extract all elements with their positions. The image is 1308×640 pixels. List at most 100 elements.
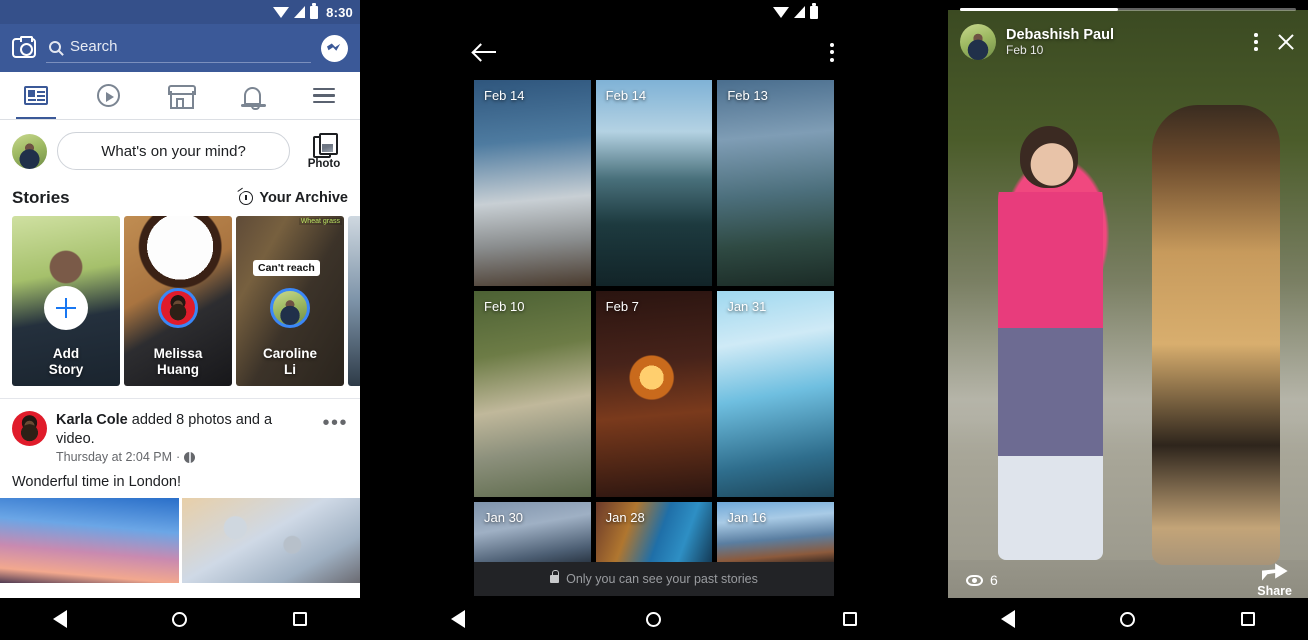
archive-cell[interactable]: Feb 13 — [717, 80, 834, 286]
avatar[interactable] — [12, 133, 47, 169]
archive-cell-date: Jan 31 — [727, 299, 767, 314]
facebook-feed-panel: 8:30 Search What's on your mind? Photo S… — [0, 0, 360, 640]
archive-privacy-footer: Only you can see your past stories — [474, 562, 834, 596]
nav-back-icon[interactable] — [52, 610, 67, 628]
story-viewer[interactable]: Debashish Paul Feb 10 6 Share — [948, 0, 1308, 640]
messenger-icon[interactable] — [321, 34, 348, 62]
story-card-next-peek[interactable] — [348, 216, 360, 386]
battery-icon — [310, 2, 319, 19]
lock-icon — [550, 570, 560, 583]
post-author[interactable]: Karla Cole — [56, 412, 128, 428]
signal-icon — [294, 6, 306, 18]
archive-cell-date: Feb 10 — [484, 299, 525, 314]
add-story-plus-icon — [44, 285, 88, 330]
story-avatar — [158, 287, 198, 328]
share-button[interactable]: Share — [1257, 561, 1292, 598]
archive-cell[interactable]: Feb 10 — [474, 291, 591, 497]
post-timestamp-row: Thursday at 2:04 PM · — [56, 450, 313, 464]
story-author: Debashish Paul — [1006, 27, 1114, 43]
story-archive-panel: Feb 14 Feb 14 Feb 13 Feb 10 Feb 7 Jan 31… — [360, 0, 948, 640]
story-card-label: Melissa Huang — [153, 346, 203, 377]
more-options-icon[interactable] — [830, 42, 834, 62]
post-image[interactable] — [181, 498, 360, 583]
story-view-count-value: 6 — [990, 572, 998, 588]
signal-icon — [794, 6, 805, 18]
tab-marketplace[interactable] — [144, 72, 216, 119]
post-more-options-icon[interactable]: ••• — [322, 411, 348, 433]
stories-title: Stories — [12, 188, 70, 207]
story-progress-fill — [960, 8, 1118, 11]
stories-header: Stories Your Archive — [0, 182, 360, 216]
clock-history-icon — [239, 191, 254, 205]
tab-watch[interactable] — [72, 72, 144, 119]
nav-home-icon[interactable] — [172, 611, 188, 627]
post-image-grid[interactable] — [0, 498, 360, 583]
facebook-top-bar: Search — [0, 24, 360, 72]
your-archive-button[interactable]: Your Archive — [239, 190, 348, 206]
add-photo-button[interactable]: Photo — [300, 132, 348, 170]
avatar[interactable] — [12, 411, 47, 446]
eye-icon — [966, 574, 983, 586]
feed-post: Karla Cole added 8 photos and a video. T… — [0, 398, 360, 583]
story-overlay-text: Can't reach — [253, 260, 320, 276]
story-photo — [948, 10, 1308, 600]
archive-cell[interactable]: Feb 14 — [474, 80, 591, 286]
screenshot-root: 8:30 Search What's on your mind? Photo S… — [0, 0, 1308, 640]
tab-notifications[interactable] — [216, 72, 288, 119]
archive-cell-date: Feb 14 — [484, 88, 525, 103]
story-progress-bar — [960, 8, 1296, 11]
composer-placeholder: What's on your mind? — [101, 142, 246, 160]
post-body-text: Wonderful time in London! — [12, 474, 182, 490]
archive-cell-date: Jan 30 — [484, 510, 524, 525]
archive-cell[interactable]: Feb 14 — [595, 80, 713, 286]
story-card-melissa-huang[interactable]: Melissa Huang — [124, 216, 232, 386]
add-photo-label: Photo — [307, 157, 341, 170]
more-options-icon[interactable] — [1246, 33, 1266, 51]
search-input[interactable]: Search — [46, 33, 311, 63]
tab-news-feed[interactable] — [0, 72, 72, 119]
story-avatar — [270, 287, 310, 328]
story-view-count[interactable]: 6 — [966, 572, 998, 588]
post-image[interactable] — [0, 498, 179, 583]
story-photo-girl-head — [1020, 126, 1078, 188]
archive-cell[interactable]: Jan 28 — [595, 502, 713, 562]
nav-recents-icon[interactable] — [293, 612, 308, 626]
archive-cell-date: Feb 14 — [605, 88, 647, 103]
back-arrow-icon[interactable] — [474, 41, 496, 63]
archive-cell[interactable]: Feb 7 — [595, 291, 713, 497]
close-icon[interactable] — [1276, 32, 1296, 52]
wifi-icon — [773, 6, 789, 18]
story-viewer-panel: Debashish Paul Feb 10 6 Share — [948, 0, 1308, 640]
android-nav-bar — [0, 598, 360, 640]
globe-icon — [184, 451, 196, 463]
archive-cell[interactable]: Jan 31 — [717, 291, 834, 497]
story-card-add-story[interactable]: Add Story — [12, 216, 120, 386]
nav-back-icon[interactable] — [450, 610, 465, 628]
wifi-icon — [273, 6, 290, 18]
nav-recents-icon[interactable] — [843, 612, 858, 626]
story-card-caroline-li[interactable]: Wheat grass Can't reach Caroline Li — [236, 216, 344, 386]
story-viewer-header: Debashish Paul Feb 10 — [960, 24, 1296, 60]
story-card-label: Add Story — [48, 346, 84, 377]
nav-back-icon[interactable] — [1000, 610, 1015, 628]
nav-recents-icon[interactable] — [1241, 612, 1256, 626]
composer-input[interactable]: What's on your mind? — [57, 132, 290, 170]
archive-cell[interactable]: Jan 30 — [474, 502, 591, 562]
status-bar-time: 8:30 — [326, 4, 353, 20]
stories-carousel[interactable]: Add Story Melissa Huang Wheat grass Can'… — [0, 216, 360, 386]
story-photo-dog — [1152, 105, 1280, 565]
camera-icon[interactable] — [12, 35, 36, 58]
photo-icon — [313, 132, 338, 158]
nav-home-icon[interactable] — [1120, 611, 1136, 627]
share-arrow-icon — [1262, 561, 1288, 581]
archive-cell-date: Jan 28 — [605, 510, 645, 525]
android-nav-bar — [360, 598, 948, 640]
share-label: Share — [1257, 584, 1292, 598]
archive-cell[interactable]: Jan 16 — [717, 502, 834, 562]
avatar[interactable] — [960, 24, 996, 60]
post-author-line: Karla Cole added 8 photos and a video. — [56, 411, 313, 449]
status-bar: 8:30 — [0, 0, 360, 24]
tab-menu[interactable] — [288, 72, 360, 119]
archive-cell-date: Jan 16 — [727, 510, 767, 525]
nav-home-icon[interactable] — [646, 611, 662, 627]
